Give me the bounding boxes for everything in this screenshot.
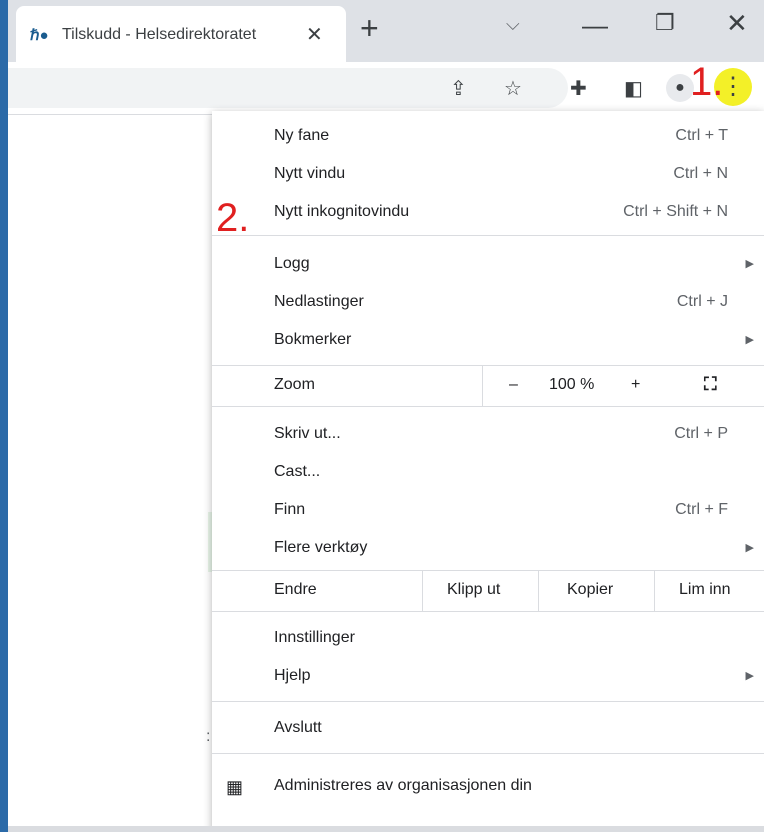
fullscreen-icon[interactable]: ⛶ (704, 374, 717, 395)
menu-zoom-row: Zoom – 100 % + ⛶ (212, 366, 764, 406)
menu-separator (212, 611, 764, 612)
menu-separator (212, 406, 764, 407)
menu-item-label: Innstillinger (274, 629, 355, 646)
menu-item-label: Flere verktøy (274, 539, 368, 556)
zoom-level: 100 % (549, 376, 595, 393)
menu-item-find[interactable]: Finn Ctrl + F (212, 491, 764, 529)
submenu-arrow-icon: ▶ (745, 670, 754, 682)
copy-button[interactable]: Kopier (538, 571, 655, 611)
menu-item-exit[interactable]: Avslutt (212, 709, 764, 747)
menu-item-shortcut: Ctrl + T (675, 127, 728, 144)
submenu-arrow-icon: ▶ (745, 258, 754, 270)
zoom-out-button[interactable]: – (509, 376, 518, 394)
menu-item-help[interactable]: Hjelp ▶ (212, 657, 764, 695)
tab-title: Tilskudd - Helsedirektoratet (62, 26, 257, 43)
menu-item-shortcut: Ctrl + J (676, 293, 728, 310)
menu-item-label: Hjelp (274, 667, 311, 684)
close-icon[interactable]: ✕ (306, 22, 323, 47)
extensions-icon[interactable]: ✚ (570, 76, 587, 101)
browser-toolbar: ⇪ ☆ ✚ ◧ ● ⋮ (8, 62, 764, 115)
menu-item-label: Cast... (274, 463, 321, 480)
annotation-step-2: 2. (216, 196, 250, 240)
menu-item-shortcut: Ctrl + P (674, 425, 728, 442)
menu-item-print[interactable]: Skriv ut... Ctrl + P (212, 415, 764, 453)
menu-item-shortcut: Ctrl + F (675, 501, 728, 518)
edit-label: Endre (274, 581, 317, 598)
menu-item-managed[interactable]: ▦ Administreres av organisasjonen din (212, 767, 764, 805)
annotation-step-1: 1. (690, 60, 724, 104)
zoom-controls: – 100 % + (482, 366, 764, 406)
menu-item-new-window[interactable]: Nytt vindu Ctrl + N (212, 155, 764, 193)
minimize-icon[interactable]: — (582, 10, 608, 41)
menu-item-label: Finn (274, 501, 306, 518)
star-icon[interactable]: ☆ (504, 76, 522, 101)
submenu-arrow-icon: ▶ (745, 334, 754, 346)
submenu-arrow-icon: ▶ (745, 542, 754, 554)
side-panel-icon[interactable]: ◧ (624, 76, 643, 101)
menu-item-label: Bokmerker (274, 331, 352, 348)
new-tab-icon[interactable]: + (360, 10, 379, 46)
building-icon: ▦ (226, 777, 244, 797)
menu-item-shortcut: Ctrl + N (673, 165, 728, 182)
menu-item-shortcut: Ctrl + Shift + N (623, 203, 728, 220)
menu-item-label: Administreres av organisasjonen din (274, 777, 532, 794)
menu-item-bookmarks[interactable]: Bokmerker ▶ (212, 321, 764, 359)
menu-item-history[interactable]: Logg ▶ (212, 245, 764, 283)
menu-item-label: Logg (274, 255, 310, 272)
paste-label: Lim inn (679, 581, 731, 598)
chrome-main-menu: Ny fane Ctrl + T Nytt vindu Ctrl + N Nyt… (212, 111, 764, 832)
window-left-edge (0, 0, 8, 832)
menu-item-downloads[interactable]: Nedlastinger Ctrl + J (212, 283, 764, 321)
menu-item-label: Ny fane (274, 127, 330, 144)
window-close-icon[interactable]: ✕ (726, 8, 748, 39)
menu-item-more-tools[interactable]: Flere verktøy ▶ (212, 529, 764, 567)
menu-item-label: Nytt inkognitovindu (274, 203, 410, 220)
menu-item-label: Nedlastinger (274, 293, 364, 310)
menu-item-label: Avslutt (274, 719, 322, 736)
menu-separator (212, 235, 764, 236)
zoom-label: Zoom (274, 376, 315, 393)
paste-button[interactable]: Lim inn (654, 571, 764, 611)
menu-item-label: Nytt vindu (274, 165, 346, 182)
page-background-text: : (206, 728, 211, 745)
menu-separator (212, 753, 764, 754)
zoom-in-button[interactable]: + (631, 376, 640, 394)
share-icon[interactable]: ⇪ (450, 76, 467, 101)
menu-item-settings[interactable]: Innstillinger (212, 619, 764, 657)
maximize-icon[interactable]: ❐ (655, 10, 675, 36)
menu-item-new-tab[interactable]: Ny fane Ctrl + T (212, 117, 764, 155)
menu-item-label: Skriv ut... (274, 425, 341, 442)
menu-item-new-incognito-window[interactable]: Nytt inkognitovindu Ctrl + Shift + N (212, 193, 764, 231)
helsedirektoratet-logo-icon: ℏ● (30, 27, 49, 44)
active-tab[interactable]: ℏ● Tilskudd - Helsedirektoratet ✕ (16, 6, 346, 62)
tab-search-icon[interactable]: ⌵ (506, 14, 520, 35)
menu-separator (212, 701, 764, 702)
menu-item-cast[interactable]: Cast... (212, 453, 764, 491)
bottom-scrollbar[interactable] (8, 826, 764, 832)
copy-label: Kopier (567, 581, 614, 598)
cut-label: Klipp ut (447, 581, 501, 598)
address-bar[interactable] (8, 68, 568, 108)
tab-strip: ℏ● Tilskudd - Helsedirektoratet ✕ + ⌵ — … (8, 0, 764, 62)
cut-button[interactable]: Klipp ut (422, 571, 539, 611)
menu-edit-row: Endre Klipp ut Kopier Lim inn (212, 571, 764, 611)
